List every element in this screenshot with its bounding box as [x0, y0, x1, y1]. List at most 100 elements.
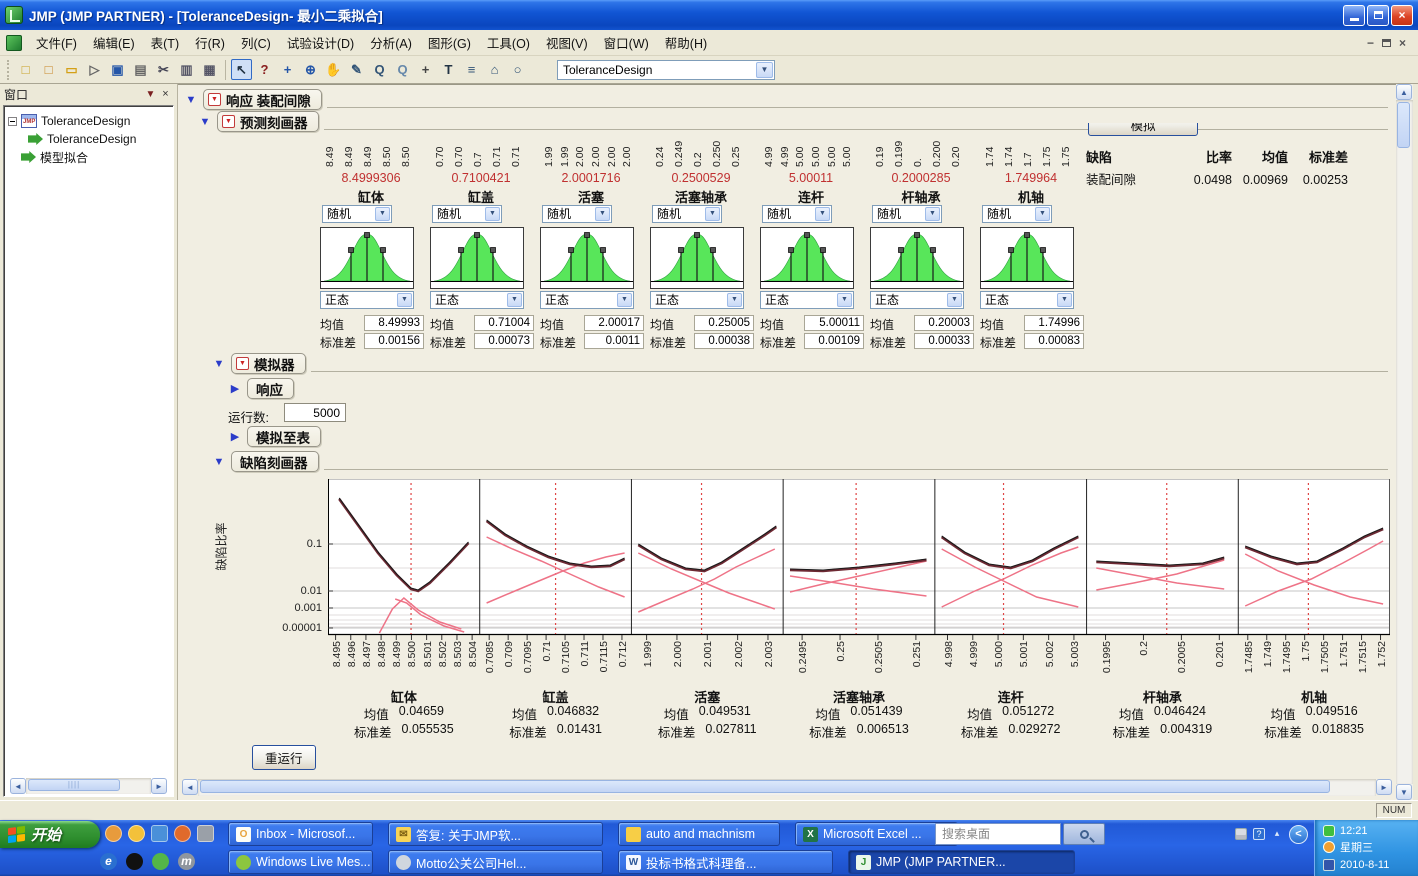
distribution-dropdown[interactable]: 正态▼ — [980, 291, 1074, 309]
red-triangle-menu-icon[interactable]: ▼ — [222, 115, 235, 128]
random-dropdown[interactable]: 随机▼ — [432, 205, 502, 223]
tree-expander-icon[interactable] — [8, 117, 17, 126]
child-restore-icon[interactable] — [1382, 39, 1391, 47]
scroll-up-icon[interactable]: ▲ — [1396, 84, 1412, 100]
defect-profiler-chart[interactable] — [328, 479, 1390, 641]
report-selector-combo[interactable]: ToleranceDesign ▼ — [557, 60, 775, 80]
panel-close-icon[interactable]: × — [158, 87, 173, 101]
lines-tool-icon[interactable]: ≡ — [461, 59, 482, 80]
menu-item-4[interactable]: 行(R) — [187, 29, 233, 56]
language-bar-icon[interactable]: < — [1289, 825, 1308, 844]
sidebar-hscrollbar[interactable]: ◄ |||| ► — [10, 778, 167, 794]
close-button[interactable]: × — [1391, 5, 1413, 26]
menu-item-9[interactable]: 工具(O) — [479, 29, 538, 56]
scroll-right-icon[interactable]: ► — [151, 778, 167, 794]
sidebar-item-模型拟合[interactable]: 模型拟合 — [8, 148, 171, 166]
red-triangle-menu-icon[interactable]: ▼ — [208, 93, 221, 106]
taskbar-button-Microsoft Excel ...[interactable]: XMicrosoft Excel ... — [795, 822, 958, 846]
simulator-header[interactable]: ▼ 模拟器 — [231, 353, 306, 374]
random-dropdown[interactable]: 随机▼ — [762, 205, 832, 223]
quick-launch-icon-1[interactable] — [105, 825, 122, 842]
scroll-right-icon[interactable]: ► — [1376, 779, 1392, 795]
paste-icon[interactable]: ▦ — [199, 59, 220, 80]
distribution-dropdown[interactable]: 正态▼ — [760, 291, 854, 309]
taskbar-button-Inbox - Microsof...[interactable]: OInbox - Microsof... — [228, 822, 373, 846]
rerun-button[interactable]: 重运行 — [252, 745, 316, 770]
brush-tool-icon[interactable]: ✎ — [346, 59, 367, 80]
chevron-down-icon[interactable]: ▼ — [727, 293, 742, 307]
chevron-down-icon[interactable]: ▼ — [1035, 207, 1050, 221]
mean-input[interactable]: 0.25005 — [694, 315, 754, 331]
menu-item-5[interactable]: 列(C) — [233, 29, 279, 56]
sidebar-item-ToleranceDesign[interactable]: ToleranceDesign — [8, 130, 171, 148]
crosshair-tool-icon[interactable]: + — [415, 59, 436, 80]
random-dropdown[interactable]: 随机▼ — [982, 205, 1052, 223]
prediction-profiler-header[interactable]: ▼ 预测刻画器 — [217, 111, 319, 132]
taskbar-button-auto and machnism[interactable]: auto and machnism — [618, 822, 780, 846]
restore-button[interactable] — [1367, 5, 1389, 26]
taskbar-button-答复: 关于JMP软...[interactable]: ✉答复: 关于JMP软... — [388, 822, 603, 846]
chevron-down-icon[interactable]: ▼ — [837, 293, 852, 307]
sd-input[interactable]: 0.00156 — [364, 333, 424, 349]
grabber-tool-icon[interactable]: ✋ — [323, 59, 344, 80]
ellipse-tool-icon[interactable]: ○ — [507, 59, 528, 80]
sim-response-header[interactable]: 响应 — [247, 378, 294, 399]
chevron-down-icon[interactable]: ▼ — [815, 207, 830, 221]
search-button[interactable] — [1063, 823, 1105, 845]
sd-input[interactable]: 0.00073 — [474, 333, 534, 349]
expand-tray-icon[interactable]: ▴ — [1271, 828, 1283, 840]
random-dropdown[interactable]: 随机▼ — [652, 205, 722, 223]
child-minimize-button[interactable]: − — [1367, 36, 1374, 50]
distribution-plot[interactable] — [650, 227, 744, 289]
collapse-triangle-icon[interactable]: ▼ — [212, 456, 226, 468]
quick-launch-icon-3[interactable] — [151, 825, 168, 842]
distribution-dropdown[interactable]: 正态▼ — [430, 291, 524, 309]
simulate-button[interactable]: 模拟 — [1088, 123, 1198, 136]
run-script-icon[interactable]: ▷ — [84, 59, 105, 80]
minimize-button[interactable] — [1343, 5, 1365, 26]
distribution-plot[interactable] — [760, 227, 854, 289]
distribution-dropdown[interactable]: 正态▼ — [650, 291, 744, 309]
simulate-to-table-header[interactable]: 模拟至表 — [247, 426, 321, 447]
chevron-down-icon[interactable]: ▼ — [595, 207, 610, 221]
chevron-down-icon[interactable]: ▼ — [397, 293, 412, 307]
annotate-tool-icon[interactable]: T — [438, 59, 459, 80]
menu-item-11[interactable]: 窗口(W) — [596, 29, 657, 56]
sd-input[interactable]: 0.00083 — [1024, 333, 1084, 349]
chevron-down-icon[interactable]: ▼ — [705, 207, 720, 221]
quick-launch-icon-4[interactable] — [174, 825, 191, 842]
distribution-dropdown[interactable]: 正态▼ — [320, 291, 414, 309]
expand-triangle-icon[interactable]: ▶ — [228, 382, 242, 395]
scroll-down-icon[interactable]: ▼ — [1396, 784, 1412, 800]
mean-input[interactable]: 1.74996 — [1024, 315, 1084, 331]
response-header[interactable]: ▼ 响应 装配间隙 — [203, 89, 322, 110]
distribution-plot[interactable] — [430, 227, 524, 289]
collapse-triangle-icon[interactable]: ▼ — [212, 358, 226, 370]
distribution-dropdown[interactable]: 正态▼ — [870, 291, 964, 309]
menu-item-7[interactable]: 分析(A) — [362, 29, 420, 56]
distribution-plot[interactable] — [870, 227, 964, 289]
quick-launch-row2-icon-1[interactable]: e — [100, 853, 117, 870]
runs-input[interactable]: 5000 — [284, 403, 346, 422]
panel-menu-icon[interactable]: ▼ — [143, 87, 158, 101]
magnifier-in-tool-icon[interactable]: Q — [392, 59, 413, 80]
quick-launch-row2-icon-3[interactable] — [152, 853, 169, 870]
mover-tool-icon[interactable]: + — [277, 59, 298, 80]
sd-input[interactable]: 0.00033 — [914, 333, 974, 349]
magnifier-out-tool-icon[interactable]: Q — [369, 59, 390, 80]
scroll-left-icon[interactable]: ◄ — [182, 779, 198, 795]
chevron-down-icon[interactable]: ▼ — [617, 293, 632, 307]
random-dropdown[interactable]: 随机▼ — [872, 205, 942, 223]
chevron-down-icon[interactable]: ▼ — [507, 293, 522, 307]
expand-triangle-icon[interactable]: ▶ — [228, 430, 242, 443]
defect-profiler-header[interactable]: 缺陷刻画器 — [231, 451, 319, 472]
scroll-left-icon[interactable]: ◄ — [10, 778, 26, 794]
distribution-plot[interactable] — [540, 227, 634, 289]
chevron-down-icon[interactable]: ▼ — [485, 207, 500, 221]
mean-input[interactable]: 0.71004 — [474, 315, 534, 331]
red-triangle-menu-icon[interactable]: ▼ — [236, 357, 249, 370]
print-icon[interactable]: ▤ — [130, 59, 151, 80]
mean-input[interactable]: 2.00017 — [584, 315, 644, 331]
chevron-down-icon[interactable]: ▼ — [925, 207, 940, 221]
polygon-tool-icon[interactable]: ⌂ — [484, 59, 505, 80]
